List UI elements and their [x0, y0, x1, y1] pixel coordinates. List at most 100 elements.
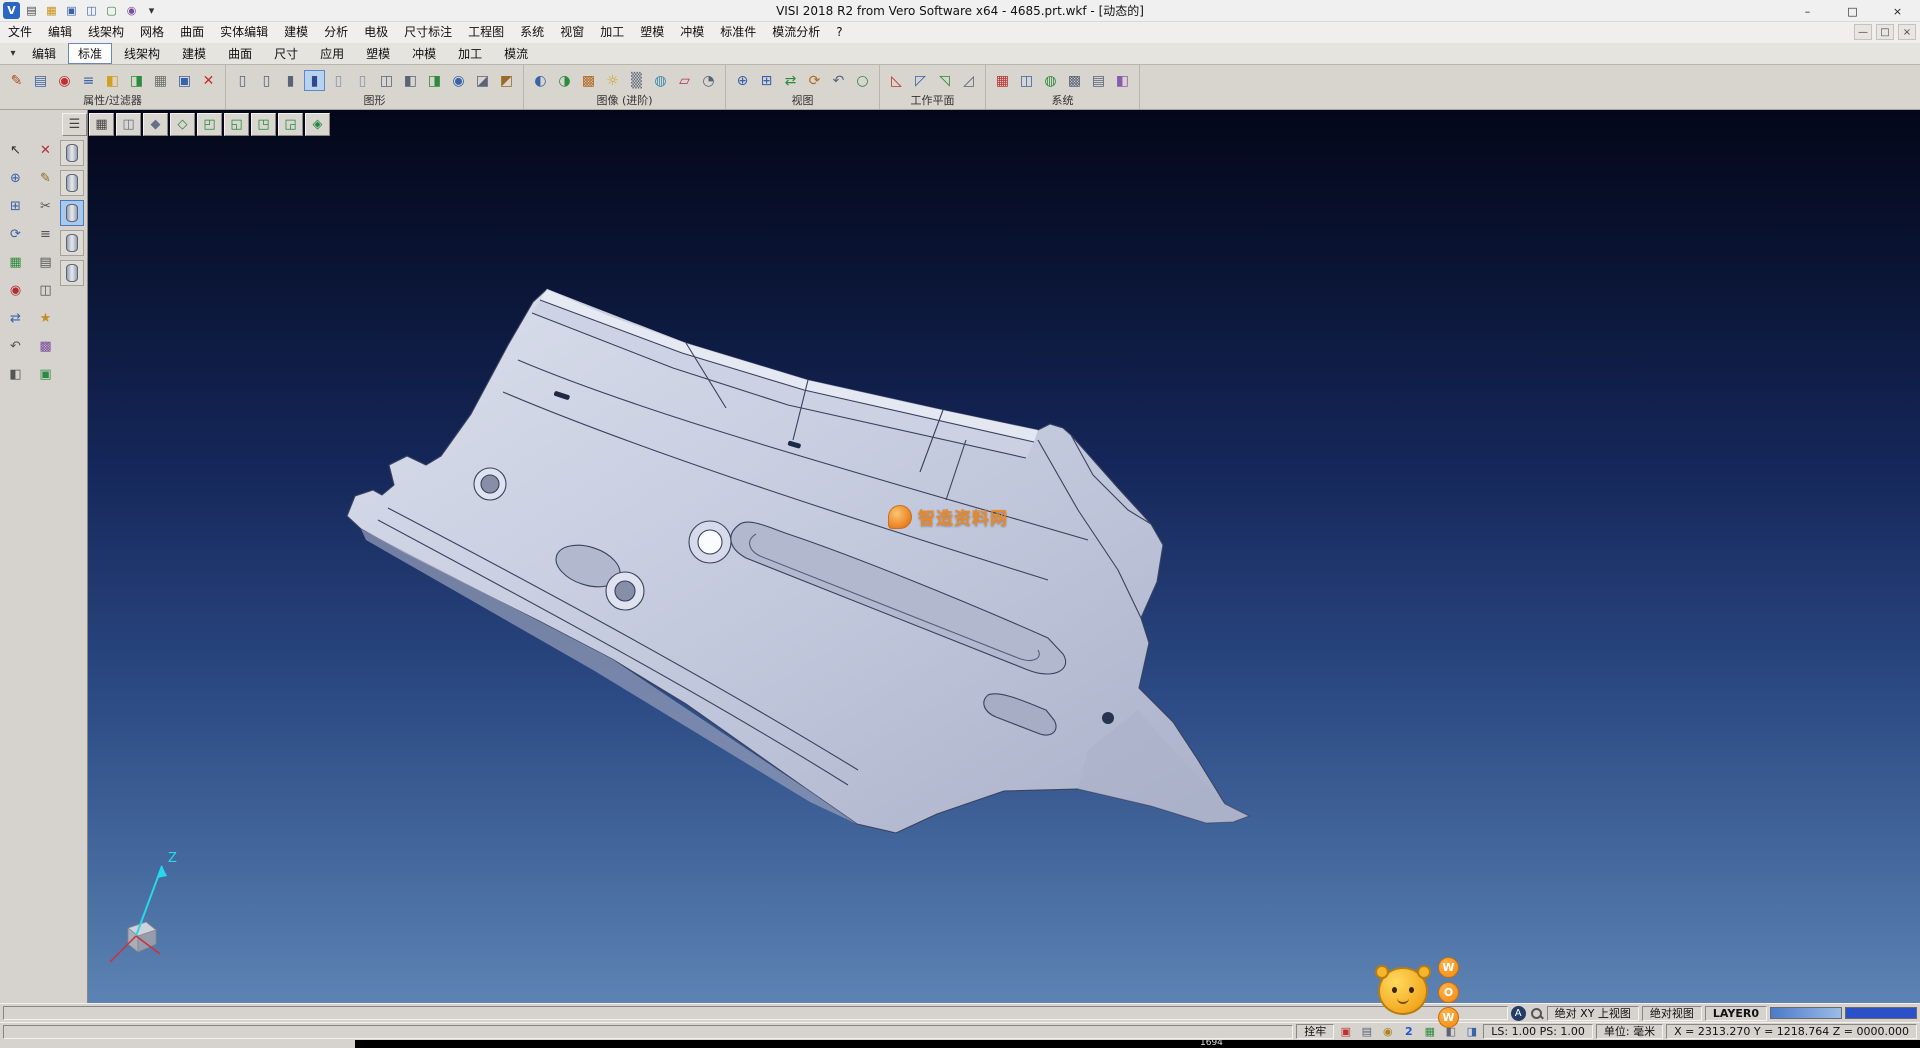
view-cube-white-icon[interactable]: ◫ [116, 113, 141, 136]
menu-item[interactable]: 视窗 [552, 22, 592, 43]
view-iso-back-icon[interactable]: ◈ [305, 113, 330, 136]
previous-view-icon[interactable]: ↶ [828, 70, 849, 91]
ribbon-tab[interactable]: 冲模 [402, 43, 446, 64]
view-back-icon[interactable]: ◲ [278, 113, 303, 136]
close-button[interactable]: × [1875, 0, 1920, 22]
zoom-plus-icon[interactable]: ⊕ [5, 168, 26, 188]
ribbon-tab[interactable]: 线架构 [114, 43, 170, 64]
image-quality-icon[interactable]: ◔ [698, 70, 719, 91]
workplane-3point-icon[interactable]: ◸ [910, 70, 931, 91]
menu-item[interactable]: 塑模 [632, 22, 672, 43]
pencil-edit-icon[interactable]: ✎ [35, 168, 56, 188]
attribute-copy-icon[interactable]: ▤ [30, 70, 51, 91]
annotation-badge[interactable]: A [1511, 1006, 1526, 1021]
display-shaded-edges-icon[interactable]: ▮ [304, 70, 325, 91]
menu-item[interactable]: 系统 [512, 22, 552, 43]
advanced-shading-icon[interactable]: ◐ [530, 70, 551, 91]
ribbon-tab[interactable]: 塑模 [356, 43, 400, 64]
section-plane-icon[interactable]: ◧ [400, 70, 421, 91]
filter-type-icon[interactable]: ◨ [126, 70, 147, 91]
view-front-icon[interactable]: ◱ [224, 113, 249, 136]
menu-item[interactable]: 电极 [356, 22, 396, 43]
filter-magnet-icon[interactable]: ◉ [54, 70, 75, 91]
rotate-view-icon[interactable]: ⟳ [804, 70, 825, 91]
light-source-icon[interactable]: ☼ [602, 70, 623, 91]
menu-item[interactable]: 编辑 [40, 22, 80, 43]
menu-item[interactable]: 冲模 [672, 22, 712, 43]
mdi-restore-icon[interactable]: □ [1876, 24, 1894, 40]
menu-item[interactable]: 线架构 [80, 22, 132, 43]
filter-color-icon[interactable]: ◧ [102, 70, 123, 91]
select-arrow-icon[interactable]: ↖ [5, 140, 26, 160]
undo-arrow-icon[interactable]: ↶ [5, 336, 26, 356]
attribute-paint-icon[interactable]: ✎ [6, 70, 27, 91]
render-options-icon[interactable]: ◩ [496, 70, 517, 91]
workplane-standard-icon[interactable]: ◺ [886, 70, 907, 91]
calculator-icon[interactable]: ▤ [1088, 70, 1109, 91]
lock-toggle[interactable]: 拴牢 [1296, 1024, 1334, 1039]
reflection-icon[interactable]: ◍ [650, 70, 671, 91]
menu-item[interactable]: 文件 [0, 22, 40, 43]
grid-settings-icon[interactable]: ▩ [1064, 70, 1085, 91]
redraw-view-icon[interactable]: ○ [852, 70, 873, 91]
view-isometric-icon[interactable]: ◇ [170, 113, 195, 136]
maximize-button[interactable]: □ [1830, 0, 1875, 22]
absolute-view-indicator[interactable]: 绝对视图 [1642, 1006, 1702, 1021]
workplane-entity-icon[interactable]: ◹ [934, 70, 955, 91]
display-list-icon[interactable]: ☰ [62, 113, 87, 136]
rotate-entity-icon[interactable]: ⟳ [5, 224, 26, 244]
display-boundingbox-icon[interactable]: ◫ [376, 70, 397, 91]
texture-map-icon[interactable]: ▩ [578, 70, 599, 91]
layer-box-icon[interactable]: ◧ [5, 364, 26, 384]
view-cube-shaded-icon[interactable]: ◆ [143, 113, 168, 136]
minimize-button[interactable]: – [1785, 0, 1830, 22]
ribbon-tab[interactable]: 加工 [448, 43, 492, 64]
system-options-icon[interactable]: ◧ [1112, 70, 1133, 91]
viewport-3d[interactable]: Z 智造资料网 [88, 110, 1920, 1003]
filter-layer-icon[interactable]: ≡ [78, 70, 99, 91]
menu-item[interactable]: 标准件 [712, 22, 764, 43]
tab-dropdown-button[interactable]: ▾ [4, 48, 22, 59]
ribbon-tab[interactable]: 曲面 [218, 43, 262, 64]
record-target-icon[interactable]: ◉ [5, 280, 26, 300]
display-shaded-icon[interactable]: ▮ [280, 70, 301, 91]
display-ghost-icon[interactable]: ▯ [352, 70, 373, 91]
zoom-icon[interactable] [1529, 1006, 1544, 1021]
dynamic-section-icon[interactable]: ◨ [424, 70, 445, 91]
entity-list-icon[interactable]: ≡ [35, 224, 56, 244]
zoom-window-icon[interactable]: ⊞ [5, 196, 26, 216]
filter-clear-icon[interactable]: ✕ [198, 70, 219, 91]
layer-color-swatch-2[interactable] [1845, 1007, 1917, 1019]
view-top-icon[interactable]: ◰ [197, 113, 222, 136]
background-fill-icon[interactable]: ▒ [626, 70, 647, 91]
pan-view-icon[interactable]: ⇄ [780, 70, 801, 91]
display-wireframe-icon[interactable]: ▯ [232, 70, 253, 91]
menu-item[interactable]: 模流分析 [764, 22, 828, 43]
view-mode-indicator[interactable]: 绝对 XY 上视图 [1547, 1006, 1639, 1021]
check-grid-icon[interactable]: ▣ [35, 364, 56, 384]
mdi-close-icon[interactable]: × [1898, 24, 1916, 40]
frame-box-icon[interactable]: ◫ [35, 280, 56, 300]
delete-entity-icon[interactable]: ✕ [35, 140, 56, 160]
screen-capture-status-icon[interactable]: ▣ [1337, 1024, 1354, 1039]
favorite-star-icon[interactable]: ★ [35, 308, 56, 328]
trim-scissors-icon[interactable]: ✂ [35, 196, 56, 216]
layer-color-swatch-1[interactable] [1770, 1007, 1842, 1019]
globe-settings-icon[interactable]: ◍ [1040, 70, 1061, 91]
ribbon-tab[interactable]: 标准 [68, 43, 112, 64]
workplane-view-icon[interactable]: ◿ [958, 70, 979, 91]
shadow-display-icon[interactable]: ◪ [472, 70, 493, 91]
zoom-all-icon[interactable]: ⊕ [732, 70, 753, 91]
highlight-entity-icon[interactable]: ◉ [448, 70, 469, 91]
menu-item[interactable]: 尺寸标注 [396, 22, 460, 43]
active-layer-indicator[interactable]: LAYER0 [1705, 1006, 1767, 1021]
ribbon-tab[interactable]: 模流 [494, 43, 538, 64]
menu-item[interactable]: 曲面 [172, 22, 212, 43]
display-transparent-icon[interactable]: ▯ [328, 70, 349, 91]
view-right-icon[interactable]: ◳ [251, 113, 276, 136]
buffer-view-icon-5[interactable] [60, 260, 84, 286]
material-sphere-icon[interactable]: ◑ [554, 70, 575, 91]
menu-item[interactable]: 建模 [276, 22, 316, 43]
ribbon-tab[interactable]: 建模 [172, 43, 216, 64]
swap-arrows-icon[interactable]: ⇄ [5, 308, 26, 328]
